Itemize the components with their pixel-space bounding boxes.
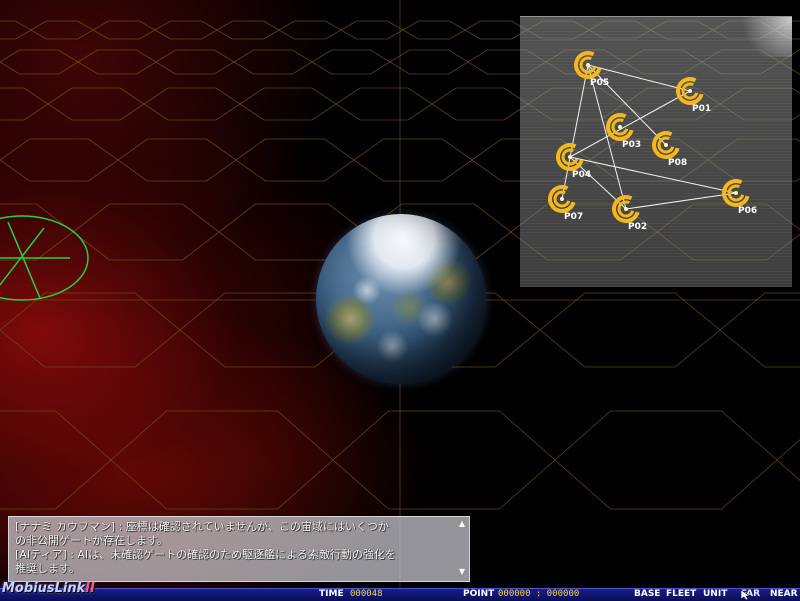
gate-minimap[interactable]: P05 P01 P03 P08 P04 P06 P07 P02 — [520, 16, 792, 287]
message-window: [ナナミ カウフマン] : 座標は確認されていませんが、この宙域にはいくつか の… — [8, 516, 470, 582]
minimap-network[interactable]: P05 P01 P03 P08 P04 P06 P07 P02 — [520, 17, 792, 287]
message-scrollbar[interactable]: ▲ ▼ — [457, 519, 467, 577]
near-button[interactable]: NEAR — [770, 589, 798, 599]
message-line: [ナナミ カウフマン] : 座標は確認されていませんが、この宙域にはいくつか — [15, 520, 389, 533]
game-logo: MobiusLinkII — [2, 581, 95, 599]
gate-label: P01 — [692, 104, 711, 114]
message-line: の非公開ゲートが存在します。 — [15, 534, 168, 547]
time-label: TIME — [319, 589, 344, 599]
gate-label: P05 — [590, 78, 609, 88]
message-text: [ナナミ カウフマン] : 座標は確認されていませんが、この宙域にはいくつか の… — [15, 520, 455, 576]
planet[interactable] — [316, 214, 486, 384]
gate-label: P03 — [622, 140, 641, 150]
mouse-cursor-icon — [741, 590, 751, 600]
message-line: 推奨します。 — [15, 562, 80, 575]
gate-icon[interactable] — [547, 184, 576, 213]
gate-icon[interactable] — [721, 178, 750, 207]
gate-link — [587, 64, 667, 146]
gate-icon[interactable] — [675, 76, 704, 105]
point-value: 000000 : 000000 — [498, 589, 580, 599]
gate-label: P08 — [668, 158, 687, 168]
message-line: [AIティア] : AIは、未確認ゲートの確認のため駆逐艦による索敵行動の強化を — [15, 548, 396, 561]
gate-label: P07 — [564, 212, 583, 222]
gate-label: P04 — [572, 170, 591, 180]
fleet-button[interactable]: FLEET — [666, 589, 696, 599]
space-view[interactable]: P05 P01 P03 P08 P04 P06 P07 P02 — [0, 0, 800, 590]
gate-label: P02 — [628, 222, 647, 232]
point-label: POINT — [463, 589, 495, 599]
gate-icon[interactable] — [605, 112, 634, 141]
gate-label: P06 — [738, 206, 757, 216]
gate-icon[interactable] — [555, 142, 584, 171]
scroll-up-icon[interactable]: ▲ — [457, 519, 467, 529]
gate-icon[interactable] — [611, 194, 640, 223]
scroll-down-icon[interactable]: ▼ — [457, 567, 467, 577]
unit-button[interactable]: UNIT — [703, 589, 727, 599]
gate-link — [625, 192, 737, 210]
base-button[interactable]: BASE — [634, 589, 660, 599]
time-value: 000048 — [350, 589, 383, 599]
logo-text: MobiusLink — [2, 581, 86, 596]
logo-suffix: II — [85, 581, 95, 596]
gate-link — [569, 156, 737, 194]
